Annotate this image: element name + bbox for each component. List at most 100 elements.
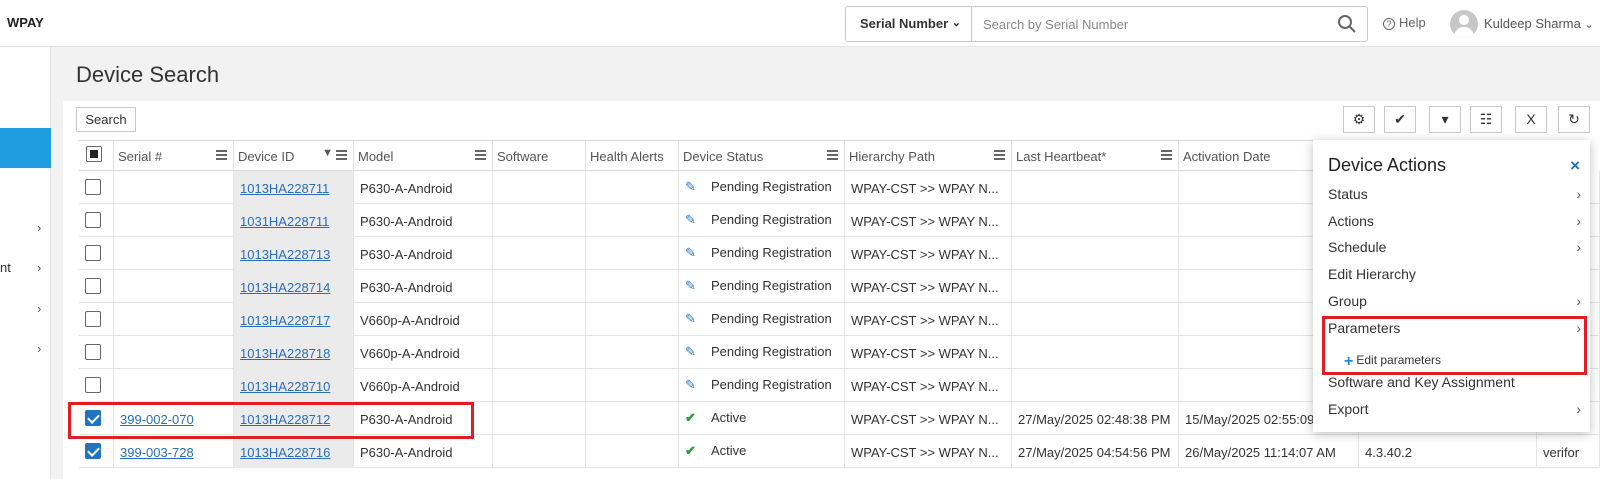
filter-icon[interactable]: ▾ [1429,106,1461,133]
column-header-last-heartbeat[interactable]: Last Heartbeat* [1012,140,1179,171]
column-menu-icon[interactable] [216,150,227,160]
row-checkbox[interactable] [85,212,101,228]
device-id-link[interactable]: 1013HA228711 [240,181,329,196]
pending-edit-icon: ✎ [685,344,696,359]
device-status-cell: ✔ Active [679,435,845,468]
column-header-serial[interactable]: Serial # [114,140,234,171]
hierarchy-path-cell: WPAY-CST >> WPAY N... [845,171,1012,204]
sidebar-item-1[interactable]: › [0,218,51,238]
pending-edit-icon: ✎ [685,212,696,227]
menu-item-software-and-key-assignment[interactable]: Software and Key Assignment [1328,374,1581,396]
search-bar: Serial Number ⌄ [845,6,1368,42]
table-row[interactable]: 399-003-728 1013HA228716 P630-A-Android … [79,435,1600,468]
sidebar-item-2[interactable]: nt › [0,258,51,278]
column-menu-icon[interactable] [1161,150,1172,160]
row-checkbox[interactable] [85,311,101,327]
row-checkbox[interactable] [85,377,101,393]
device-actions-menu: Device Actions × Status › Actions › Schedule… [1313,140,1590,432]
sidebar-item-active[interactable] [0,128,51,168]
software-cell [493,435,586,468]
search-icon[interactable] [1337,14,1357,34]
menu-item-label: Actions [1328,213,1374,229]
column-header-software[interactable]: Software [493,140,586,171]
help-link[interactable]: ? Help [1383,15,1426,30]
column-header-hierarchy-path[interactable]: Hierarchy Path [845,140,1012,171]
column-header-device-id[interactable]: Device ID ▼ [234,140,354,171]
sidebar-item-3[interactable]: › [0,299,51,319]
search-button[interactable]: Search [76,107,136,132]
close-icon[interactable]: × [1570,156,1580,176]
health-alerts-cell [586,303,679,336]
column-header-device-status[interactable]: Device Status [679,140,845,171]
menu-item-group[interactable]: Group › [1328,293,1581,315]
menu-item-status[interactable]: Status › [1328,186,1581,208]
menu-item-export[interactable]: Export › [1328,401,1581,423]
menu-item-label: Group [1328,293,1367,309]
column-menu-icon[interactable] [475,150,486,160]
search-type-dropdown[interactable]: Serial Number ⌄ [846,7,972,41]
status-text: Pending Registration [711,245,832,260]
pending-edit-icon: ✎ [685,311,696,326]
menu-item-schedule[interactable]: Schedule › [1328,239,1581,261]
excel-icon[interactable]: X [1515,106,1547,133]
device-status-cell: ✎ Pending Registration [679,369,845,402]
serial-link[interactable]: 399-003-728 [120,445,194,460]
column-menu-icon[interactable] [827,150,838,160]
extra-cell: verifor [1537,435,1600,468]
device-status-cell: ✔ Active [679,402,845,435]
hierarchy-path-cell: WPAY-CST >> WPAY N... [845,435,1012,468]
row-select-cell [79,336,114,369]
column-header-model[interactable]: Model [354,140,493,171]
chevron-right-icon: › [1576,401,1581,417]
row-select-cell [79,435,114,468]
row-checkbox[interactable] [85,443,101,459]
health-alerts-cell [586,171,679,204]
activation-date-cell: 26/May/2025 11:14:07 AM [1179,435,1359,468]
column-header-label: Serial # [118,149,163,164]
row-checkbox[interactable] [85,179,101,195]
column-header-label: Health Alerts [590,149,664,164]
hierarchy-path-cell: WPAY-CST >> WPAY N... [845,369,1012,402]
menu-item-actions[interactable]: Actions › [1328,213,1581,235]
row-select-cell [79,270,114,303]
user-menu[interactable]: Kuldeep Sharma ⌄ [1484,16,1594,31]
row-checkbox[interactable] [85,245,101,261]
brand-logo[interactable]: WPAY [7,15,44,30]
device-id-cell: 1013HA228711 [234,171,354,204]
pending-edit-icon: ✎ [685,278,696,293]
select-all-checkbox[interactable] [86,146,102,162]
device-id-link[interactable]: 1013HA228718 [240,346,330,361]
device-id-link[interactable]: 1013HA228716 [240,445,330,460]
device-id-link[interactable]: 1013HA228713 [240,247,330,262]
filter-icon[interactable]: ▼ [322,147,333,159]
pending-edit-icon: ✎ [685,179,696,194]
column-header-health-alerts[interactable]: Health Alerts [586,140,679,171]
row-checkbox[interactable] [85,278,101,294]
check-icon[interactable]: ✔ [1384,106,1416,133]
settings-cycle-icon[interactable]: ⚙ [1343,106,1375,133]
row-checkbox[interactable] [85,344,101,360]
sidebar-item-4[interactable]: › [0,339,51,359]
last-heartbeat-cell: 27/May/2025 02:48:38 PM [1012,402,1179,435]
search-input[interactable] [973,7,1333,41]
columns-icon[interactable]: ☷ [1470,106,1502,133]
device-id-cell: 1013HA228710 [234,369,354,402]
column-menu-icon[interactable] [994,150,1005,160]
column-menu-icon[interactable] [336,150,347,160]
model-cell: P630-A-Android [354,270,493,303]
refresh-icon[interactable]: ↻ [1558,106,1590,133]
row-select-cell [79,369,114,402]
status-text: Pending Registration [711,179,832,194]
device-id-link[interactable]: 1031HA228711 [240,214,329,229]
device-id-link[interactable]: 1013HA228717 [240,313,330,328]
menu-item-edit-hierarchy[interactable]: Edit Hierarchy [1328,266,1581,288]
device-id-link[interactable]: 1013HA228710 [240,379,330,394]
hierarchy-path-cell: WPAY-CST >> WPAY N... [845,237,1012,270]
avatar[interactable] [1450,10,1478,38]
status-text: Pending Registration [711,212,832,227]
last-heartbeat-cell [1012,270,1179,303]
serial-cell [114,336,234,369]
device-id-link[interactable]: 1013HA228714 [240,280,330,295]
last-heartbeat-cell [1012,171,1179,204]
hierarchy-path-cell: WPAY-CST >> WPAY N... [845,204,1012,237]
